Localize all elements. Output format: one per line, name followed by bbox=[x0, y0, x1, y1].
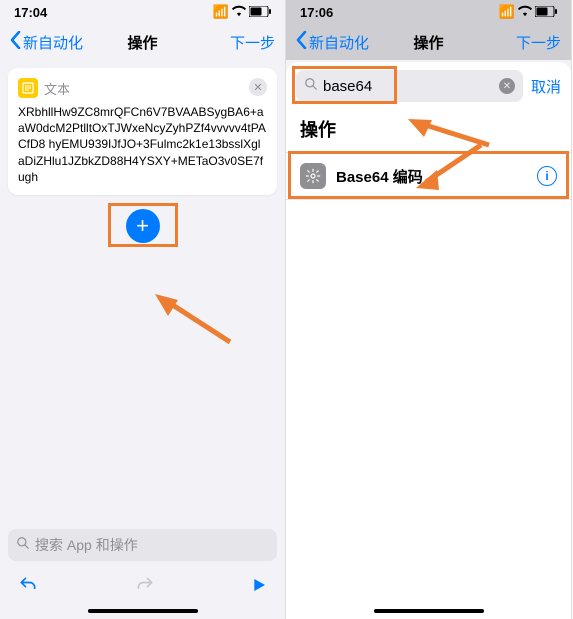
gear-icon bbox=[300, 163, 326, 189]
highlight-result bbox=[288, 151, 569, 199]
nav-back-label: 新自动化 bbox=[309, 32, 369, 53]
section-title: 操作 bbox=[286, 110, 571, 152]
search-icon bbox=[16, 536, 30, 555]
text-icon bbox=[18, 78, 38, 98]
nav-next-button[interactable]: 下一步 bbox=[230, 32, 275, 53]
chevron-left-icon bbox=[296, 31, 307, 53]
cancel-button[interactable]: 取消 bbox=[531, 76, 561, 97]
bottom-toolbar bbox=[0, 569, 285, 605]
search-bar[interactable]: 搜索 App 和操作 bbox=[8, 529, 277, 561]
nav-back-label: 新自动化 bbox=[23, 32, 83, 53]
signal-icon: 📶 bbox=[499, 4, 515, 20]
wifi-icon bbox=[232, 4, 246, 21]
home-indicator[interactable] bbox=[374, 609, 484, 613]
chevron-left-icon bbox=[10, 31, 21, 53]
search-icon bbox=[304, 77, 318, 96]
signal-icon: 📶 bbox=[213, 4, 229, 20]
nav-title: 操作 bbox=[127, 32, 157, 53]
status-indicators: 📶 bbox=[213, 4, 271, 21]
status-time: 17:06 bbox=[300, 5, 333, 20]
home-indicator[interactable] bbox=[88, 609, 198, 613]
search-result-base64[interactable]: Base64 编码 i bbox=[286, 152, 571, 200]
status-bar: 17:06 📶 bbox=[286, 0, 571, 24]
status-time: 17:04 bbox=[14, 5, 47, 20]
phone-left: 17:04 📶 新自动化 操作 下一步 文本 bbox=[0, 0, 286, 619]
nav-bar: 新自动化 操作 下一步 bbox=[286, 24, 571, 60]
wifi-icon bbox=[518, 4, 532, 21]
play-button[interactable] bbox=[251, 577, 267, 598]
text-action-card[interactable]: 文本 ✕ XRbhllHw9ZC8mrQFCn6V7BVAABSygBA6+aa… bbox=[8, 68, 277, 195]
nav-bar: 新自动化 操作 下一步 bbox=[0, 24, 285, 60]
annotation-arrow-1 bbox=[150, 292, 240, 352]
clear-search-icon[interactable]: ✕ bbox=[499, 78, 515, 94]
search-placeholder: 搜索 App 和操作 bbox=[35, 535, 138, 555]
search-input[interactable]: base64 ✕ bbox=[296, 70, 523, 102]
phone-right: 17:06 📶 新自动化 操作 下一步 base64 bbox=[286, 0, 572, 619]
content-area: 文本 ✕ XRbhllHw9ZC8mrQFCn6V7BVAABSygBA6+aa… bbox=[0, 60, 285, 529]
nav-back-button[interactable]: 新自动化 bbox=[10, 31, 83, 53]
search-value: base64 bbox=[323, 78, 372, 95]
text-card-label: 文本 bbox=[44, 79, 70, 98]
battery-icon bbox=[535, 5, 557, 20]
add-action-button[interactable]: + bbox=[126, 209, 160, 243]
search-sheet: base64 ✕ 取消 操作 Base64 编码 i bbox=[286, 62, 571, 619]
text-card-content[interactable]: XRbhllHw9ZC8mrQFCn6V7BVAABSygBA6+aaW0dcM… bbox=[18, 104, 267, 185]
info-icon[interactable]: i bbox=[537, 166, 557, 186]
battery-icon bbox=[249, 5, 271, 20]
redo-button bbox=[135, 575, 155, 600]
result-label: Base64 编码 bbox=[336, 166, 423, 187]
status-bar: 17:04 📶 bbox=[0, 0, 285, 24]
nav-title: 操作 bbox=[413, 32, 443, 53]
plus-icon: + bbox=[136, 213, 149, 239]
nav-next-button[interactable]: 下一步 bbox=[516, 32, 561, 53]
nav-back-button[interactable]: 新自动化 bbox=[296, 31, 369, 53]
status-indicators: 📶 bbox=[499, 4, 557, 21]
close-icon[interactable]: ✕ bbox=[249, 78, 267, 96]
undo-button[interactable] bbox=[18, 575, 38, 600]
